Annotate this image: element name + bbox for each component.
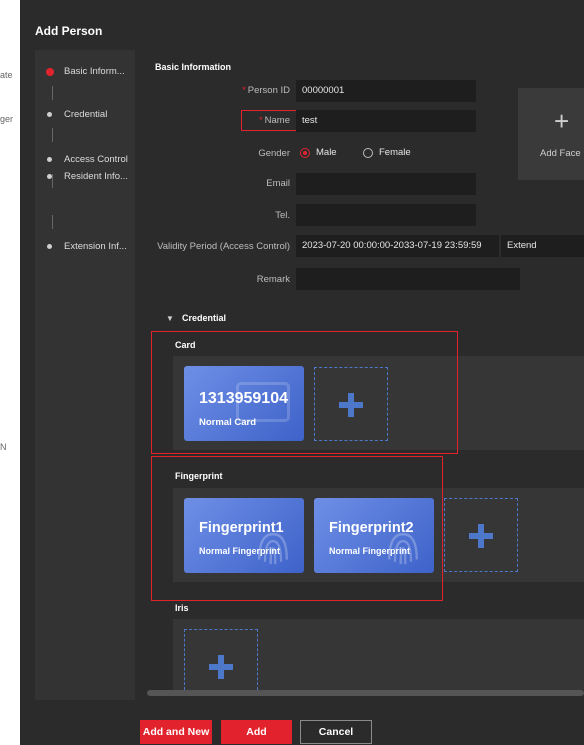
sidebar-item-access-control[interactable]: Access Control: [47, 154, 128, 165]
radio-label: Male: [316, 147, 337, 158]
fingerprint-highlight-box: [151, 456, 443, 601]
sidebar-item-label: Credential: [64, 109, 108, 120]
basic-information-heading: Basic Information: [155, 62, 232, 72]
remark-label: Remark: [256, 274, 290, 285]
background-text-fragment: N: [0, 442, 7, 452]
tel-field[interactable]: [296, 204, 476, 226]
dialog-titlebar: Add Person: [20, 18, 584, 44]
sidebar-item-resident-info[interactable]: Resident Info...: [47, 171, 128, 182]
sidebar-item-credential[interactable]: Credential: [47, 109, 107, 120]
gender-label: Gender: [258, 148, 290, 159]
cancel-button[interactable]: Cancel: [300, 720, 372, 744]
radio-unselected-icon: [363, 147, 373, 158]
sidebar-item-label: Basic Inform...: [64, 66, 125, 77]
name-field[interactable]: test: [296, 110, 476, 132]
add-person-dialog: Add Person Basic Inform... Credential Ac…: [20, 0, 584, 745]
card-highlight-box: [151, 331, 458, 454]
step-dot: [47, 244, 52, 249]
person-id-field[interactable]: 00000001: [296, 80, 476, 102]
add-button[interactable]: Add: [221, 720, 292, 744]
extend-dropdown[interactable]: Extend: [501, 235, 584, 257]
add-fingerprint-button[interactable]: [444, 498, 518, 572]
step-connector: [52, 128, 53, 142]
step-dot: [47, 174, 52, 179]
remark-field[interactable]: [296, 268, 520, 290]
validity-period-label: Validity Period (Access Control): [157, 241, 290, 252]
horizontal-scrollbar[interactable]: [147, 690, 584, 696]
sidebar-item-label: Resident Info...: [64, 171, 128, 182]
email-label: Email: [266, 178, 290, 189]
radio-selected-icon: [300, 147, 310, 158]
dialog-title: Add Person: [35, 24, 103, 38]
gender-female-radio[interactable]: Female: [363, 147, 411, 158]
background-window-strip: [0, 0, 20, 745]
radio-label: Female: [379, 147, 411, 158]
step-dot: [47, 112, 52, 117]
background-text-fragment: ate: [0, 70, 13, 80]
step-connector: [52, 86, 53, 100]
name-label: * Name: [258, 115, 290, 126]
sidebar-item-basic-information[interactable]: Basic Inform...: [46, 66, 125, 77]
iris-section-title: Iris: [175, 603, 189, 613]
add-face-label: Add Face: [540, 148, 581, 159]
sidebar-item-label: Access Control: [64, 154, 128, 165]
step-connector: [52, 215, 53, 229]
add-and-new-button[interactable]: Add and New: [140, 720, 212, 744]
gender-male-radio[interactable]: Male: [300, 147, 337, 158]
credential-heading: Credential: [182, 313, 227, 323]
background-text-fragment: ger: [0, 114, 14, 124]
add-face-button[interactable]: + Add Face: [518, 88, 584, 180]
collapse-chevron-icon[interactable]: ▼: [166, 314, 174, 323]
sidebar-item-label: Extension Inf...: [64, 241, 127, 252]
add-iris-button[interactable]: [184, 629, 258, 690]
sidebar-item-extension-info[interactable]: Extension Inf...: [47, 241, 127, 252]
validity-period-field[interactable]: 2023-07-20 00:00:00-2033-07-19 23:59:59: [296, 235, 499, 257]
person-id-label: * Person ID: [242, 85, 290, 96]
active-step-dot: [46, 67, 54, 76]
step-dot: [47, 157, 52, 162]
tel-label: Tel.: [275, 210, 290, 221]
plus-icon: +: [554, 106, 570, 136]
steps-sidebar: Basic Inform... Credential Access Contro…: [35, 50, 135, 700]
email-field[interactable]: [296, 173, 476, 195]
